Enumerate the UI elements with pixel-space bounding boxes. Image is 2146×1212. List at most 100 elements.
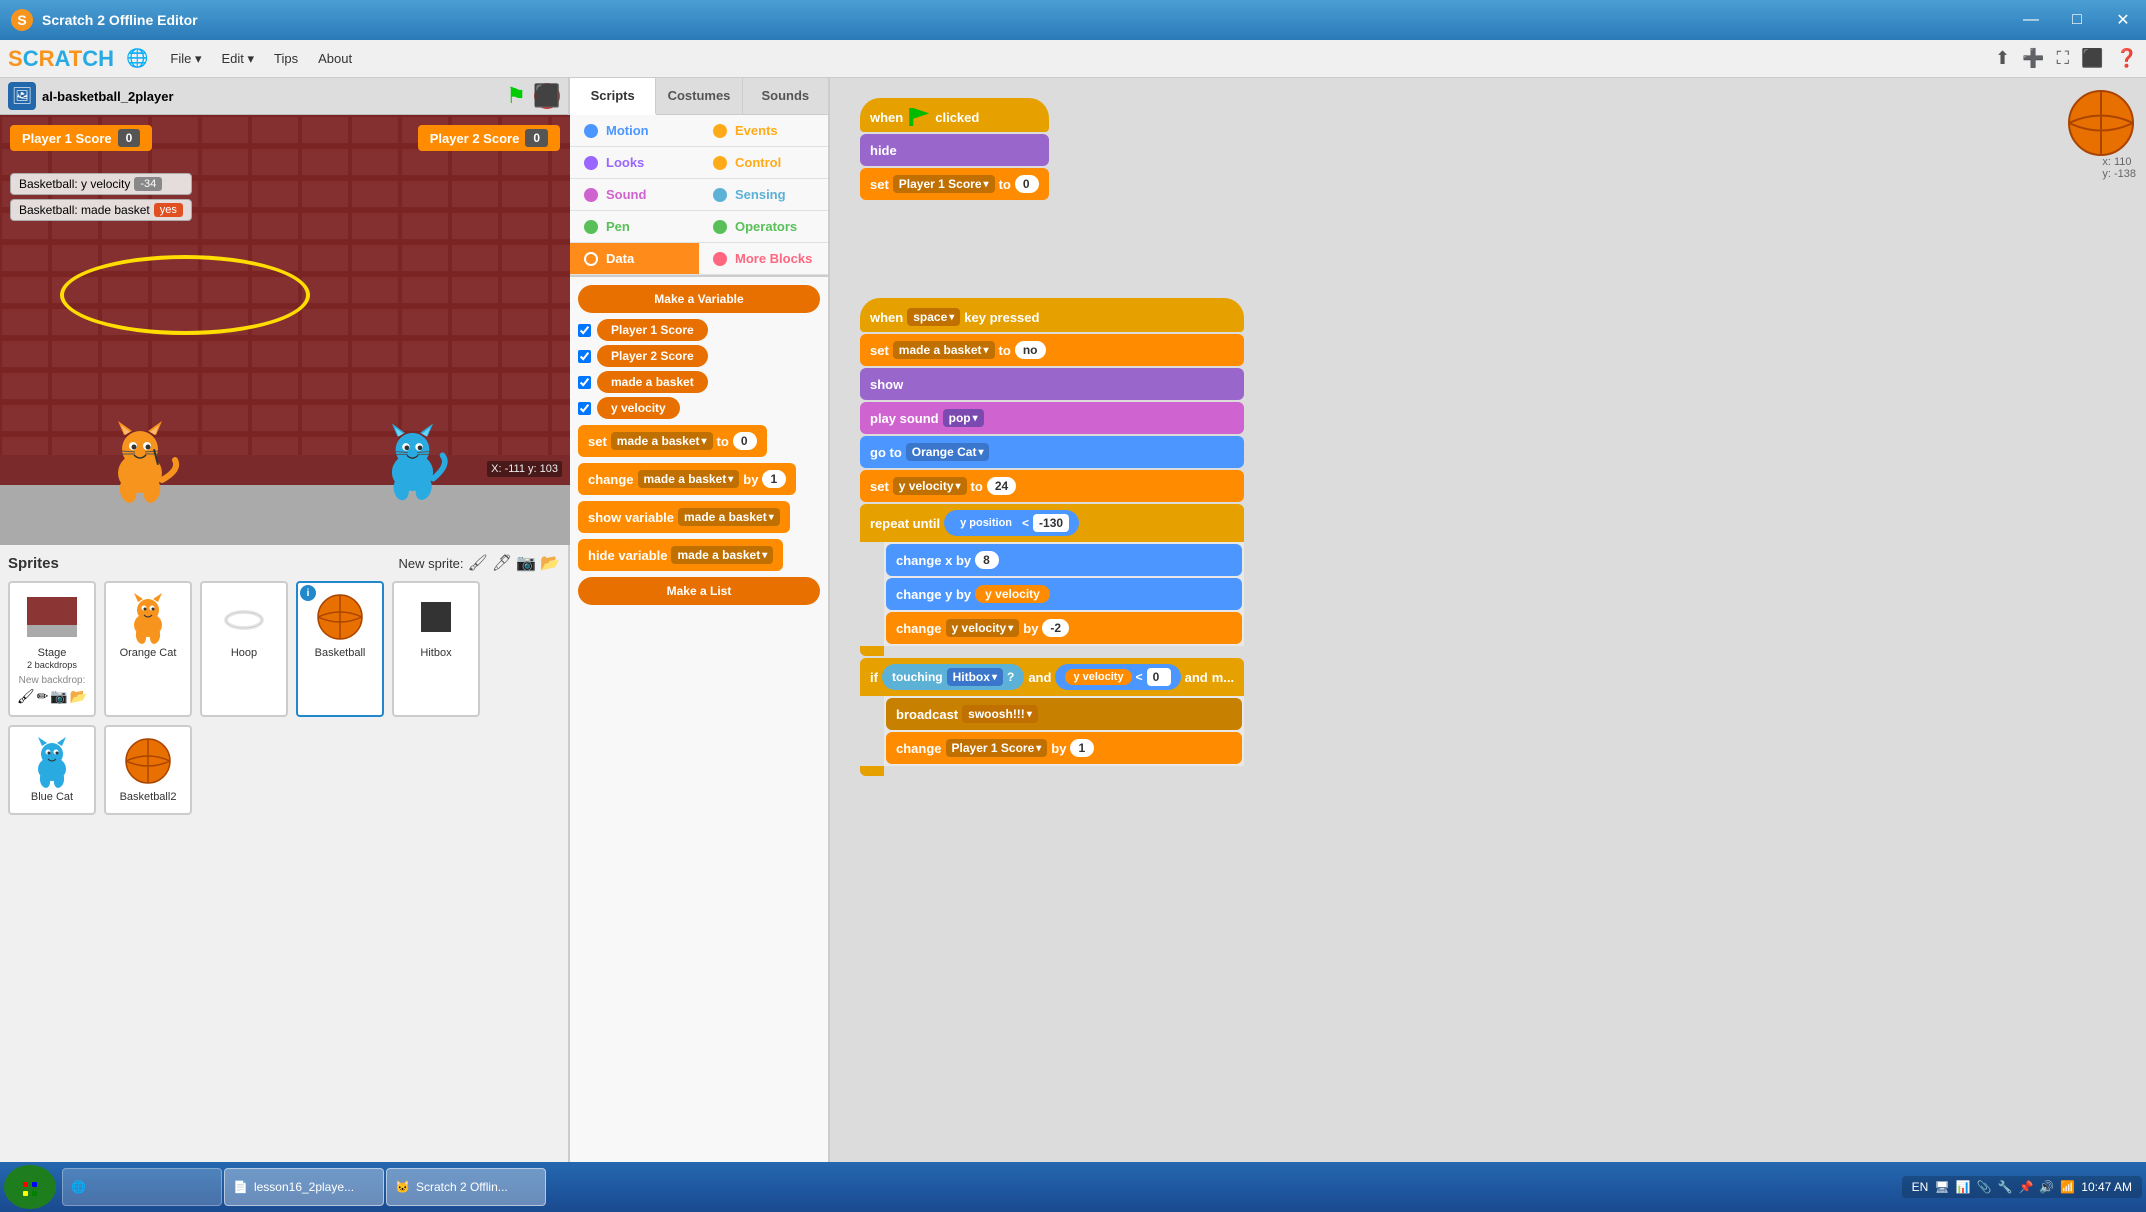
add-icon[interactable]: ➕ <box>2022 48 2044 69</box>
change-var-dropdown[interactable]: made a basket <box>638 470 740 488</box>
yvel2-val[interactable]: -2 <box>1042 619 1069 637</box>
stop-button[interactable]: ⬛ <box>534 83 560 109</box>
paint-brush-icon[interactable]: 🖌 <box>468 553 488 573</box>
var-velocity-checkbox[interactable] <box>578 402 591 415</box>
minimize-button[interactable]: — <box>2008 0 2054 40</box>
if-touching-condition[interactable]: touching Hitbox ? <box>882 664 1024 690</box>
close-button[interactable]: ✕ <box>2100 0 2146 40</box>
taskbar-chrome[interactable]: 🌐 <box>62 1168 222 1206</box>
backdrop-edit-icon[interactable]: ✏ <box>37 688 49 705</box>
category-events[interactable]: Events <box>699 115 828 147</box>
set-player1-score-block[interactable]: set Player 1 Score to 0 <box>860 168 1049 200</box>
show-block[interactable]: show <box>860 368 1244 400</box>
yvel2-dropdown[interactable]: y velocity <box>946 619 1020 637</box>
green-flag-button[interactable]: ⚑ <box>506 83 526 109</box>
y-position-block[interactable]: y position <box>954 515 1018 531</box>
backdrop-paint-icon[interactable]: 🖌 <box>17 688 35 705</box>
broadcast-dropdown[interactable]: swoosh!!! <box>962 705 1038 723</box>
score-change-dropdown[interactable]: Player 1 Score <box>946 739 1048 757</box>
score-val-zero[interactable]: 0 <box>1015 175 1039 193</box>
repeat-until-header[interactable]: repeat until y position < -130 <box>860 504 1244 542</box>
hide-variable-dropdown[interactable]: made a basket <box>671 546 773 564</box>
if-header[interactable]: if touching Hitbox ? and y velocity < 0 <box>860 658 1244 696</box>
set-yvel-block[interactable]: set y velocity to 24 <box>860 470 1244 502</box>
y-velocity-oval[interactable]: y velocity <box>975 585 1050 603</box>
maximize-button[interactable]: □ <box>2054 0 2100 40</box>
category-control[interactable]: Control <box>699 147 828 179</box>
category-sensing[interactable]: Sensing <box>699 179 828 211</box>
make-variable-button[interactable]: Make a Variable <box>578 285 820 313</box>
y-threshold-input[interactable]: -130 <box>1033 514 1069 532</box>
scripts-canvas[interactable]: when clicked hide set Player 1 Score to … <box>830 78 2146 1182</box>
make-list-button[interactable]: Make a List <box>578 577 820 605</box>
change-x-block[interactable]: change x by 8 <box>886 544 1242 576</box>
score-change-val[interactable]: 1 <box>1070 739 1094 757</box>
if-yvel-condition[interactable]: y velocity < 0 <box>1055 664 1180 690</box>
hitbox-dropdown[interactable]: Hitbox <box>947 668 1003 686</box>
goto-target-dropdown[interactable]: Orange Cat <box>906 443 990 461</box>
yvel-dropdown[interactable]: y velocity <box>893 477 967 495</box>
zero-input[interactable]: 0 <box>1147 668 1171 686</box>
broadcast-block[interactable]: broadcast swoosh!!! <box>886 698 1242 730</box>
sprite-orange-cat[interactable]: Orange Cat <box>104 581 192 717</box>
go-to-block[interactable]: go to Orange Cat <box>860 436 1244 468</box>
help-icon[interactable]: ❓ <box>2116 48 2138 69</box>
play-sound-block[interactable]: play sound pop <box>860 402 1244 434</box>
sprite-info-badge[interactable]: i <box>300 585 316 601</box>
sprite-hoop[interactable]: Hoop <box>200 581 288 717</box>
set-basket-no-block[interactable]: set made a basket to no <box>860 334 1244 366</box>
when-space-hat[interactable]: when space key pressed <box>860 298 1244 332</box>
tab-scripts[interactable]: Scripts <box>570 78 656 115</box>
show-variable-dropdown[interactable]: made a basket <box>678 508 780 526</box>
backdrop-folder-icon[interactable]: 📂 <box>70 688 87 705</box>
change-block[interactable]: change made a basket by 1 <box>578 463 796 495</box>
hide-block[interactable]: hide <box>860 134 1049 166</box>
menu-tips[interactable]: Tips <box>264 47 308 70</box>
set-block[interactable]: set made a basket to 0 <box>578 425 767 457</box>
set-var-dropdown[interactable]: made a basket <box>611 432 713 450</box>
space-key-dropdown[interactable]: space <box>907 308 960 326</box>
backdrop-camera-icon[interactable]: 📷 <box>50 688 67 705</box>
globe-icon[interactable]: 🌐 <box>126 48 148 69</box>
folder-icon[interactable]: 📂 <box>540 553 560 573</box>
camera-icon[interactable]: 📷 <box>516 553 536 573</box>
player1-score-dropdown[interactable]: Player 1 Score <box>893 175 995 193</box>
category-motion[interactable]: Motion <box>570 115 699 147</box>
change-x-val[interactable]: 8 <box>975 551 999 569</box>
var-velocity-block[interactable]: y velocity <box>597 397 680 419</box>
presentation-icon[interactable]: ⬛ <box>2081 48 2103 69</box>
basket-val-no[interactable]: no <box>1015 341 1046 359</box>
upload-icon[interactable]: ⬆ <box>1995 48 2010 69</box>
tab-sounds[interactable]: Sounds <box>743 78 828 114</box>
when-clicked-hat[interactable]: when clicked <box>860 98 1049 132</box>
sound-dropdown[interactable]: pop <box>943 409 984 427</box>
menu-edit[interactable]: Edit ▾ <box>211 47 264 71</box>
change-score-block[interactable]: change Player 1 Score by 1 <box>886 732 1242 764</box>
var-player2-checkbox[interactable] <box>578 350 591 363</box>
taskbar-word[interactable]: 📄 lesson16_2playe... <box>224 1168 384 1206</box>
sprite-hitbox[interactable]: Hitbox <box>392 581 480 717</box>
var-basket-block[interactable]: made a basket <box>597 371 708 393</box>
set-val-input[interactable]: 0 <box>733 432 757 450</box>
change-yvel-block[interactable]: change y velocity by -2 <box>886 612 1242 644</box>
var-basket-checkbox[interactable] <box>578 376 591 389</box>
category-looks[interactable]: Looks <box>570 147 699 179</box>
taskbar-scratch[interactable]: 🐱 Scratch 2 Offlin... <box>386 1168 546 1206</box>
category-data[interactable]: Data <box>570 243 699 275</box>
change-y-block[interactable]: change y by y velocity <box>886 578 1242 610</box>
category-more-blocks[interactable]: More Blocks <box>699 243 828 275</box>
change-val-input[interactable]: 1 <box>762 470 786 488</box>
sprite-stage[interactable]: Stage2 backdrops New backdrop: 🖌 ✏ 📷 📂 <box>8 581 96 717</box>
menu-about[interactable]: About <box>308 47 362 70</box>
hide-variable-block[interactable]: hide variable made a basket <box>578 539 783 571</box>
paint-bucket-icon[interactable]: 🖊 <box>492 553 512 573</box>
var-player1-block[interactable]: Player 1 Score <box>597 319 708 341</box>
menu-file[interactable]: File ▾ <box>160 47 211 71</box>
y-velocity-oval2[interactable]: y velocity <box>1065 669 1131 685</box>
var-player2-block[interactable]: Player 2 Score <box>597 345 708 367</box>
start-button[interactable] <box>4 1165 56 1209</box>
sprite-basketball[interactable]: i Basketball <box>296 581 384 717</box>
yvel-val[interactable]: 24 <box>987 477 1016 495</box>
var-player1-checkbox[interactable] <box>578 324 591 337</box>
basket-var-dropdown[interactable]: made a basket <box>893 341 995 359</box>
